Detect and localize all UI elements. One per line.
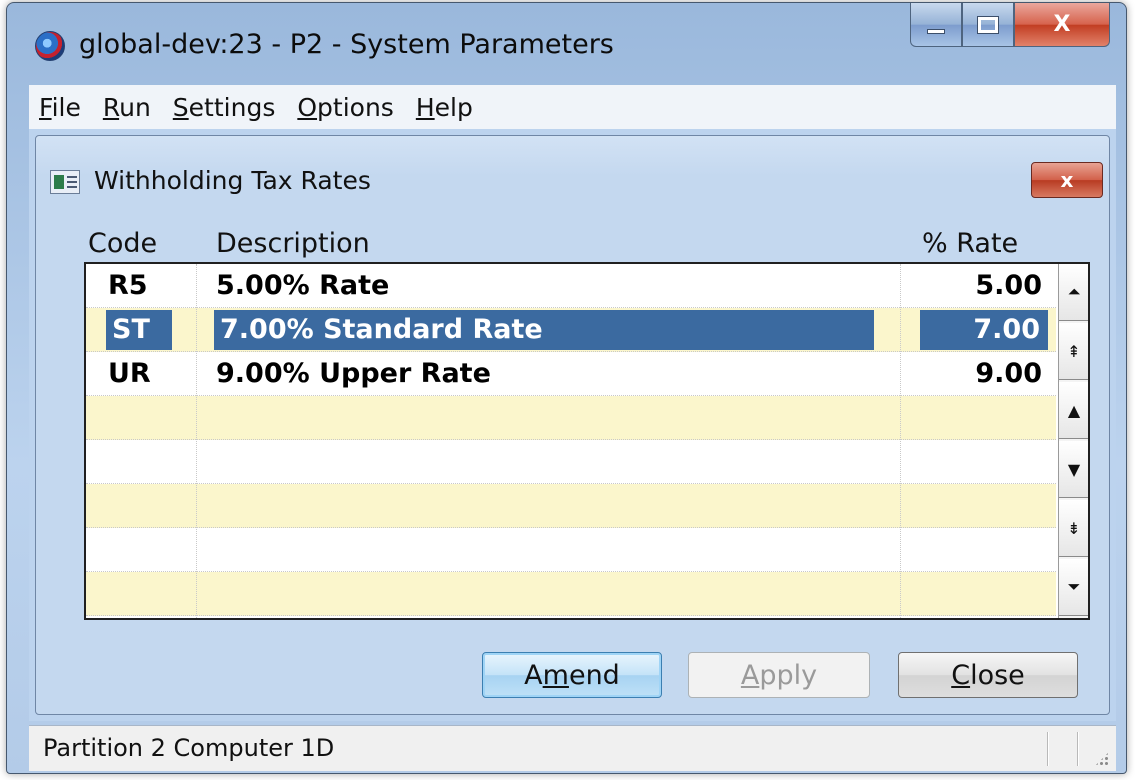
amend-label-mnemonic: m <box>542 659 569 691</box>
close-label-mnemonic: C <box>951 659 971 691</box>
scroll-up-icon: ▲ <box>1067 400 1081 420</box>
app-globe-icon[interactable] <box>35 31 65 61</box>
table-row[interactable]: UR 9.00% Upper Rate 9.00 <box>86 352 1056 396</box>
cell-description: 9.00% Upper Rate <box>216 358 491 389</box>
cell-rate <box>922 396 1050 440</box>
scroll-down-button[interactable]: ▼ <box>1059 441 1088 498</box>
cell-code: ST <box>106 310 172 350</box>
cell-code <box>108 396 192 440</box>
menu-options[interactable]: Options <box>297 93 393 122</box>
cell-code <box>108 528 192 572</box>
scroll-down-icon: ▼ <box>1067 459 1081 479</box>
menu-bar: File Run Settings Options Help <box>29 85 1116 129</box>
cell-code <box>108 484 192 528</box>
maximize-icon <box>977 15 999 34</box>
column-header-description[interactable]: Description <box>216 228 370 259</box>
menu-help[interactable]: Help <box>416 93 473 122</box>
cell-rate <box>922 528 1050 572</box>
cell-description <box>216 572 876 616</box>
close-label-post: lose <box>970 659 1025 691</box>
scroll-page-up-icon: ⇞ <box>1067 341 1081 361</box>
status-text: Partition 2 Computer 1D <box>43 734 335 762</box>
cell-rate <box>922 484 1050 528</box>
menu-settings[interactable]: Settings <box>173 93 276 122</box>
scroll-page-down-button[interactable]: ⇟ <box>1059 500 1088 557</box>
amend-button[interactable]: Am end <box>482 652 662 698</box>
tax-rate-grid: R5 5.00% Rate 5.00 ST 7.00% Standard Rate 7.0… <box>84 262 1090 620</box>
table-row[interactable] <box>86 484 1056 528</box>
apply-label-post: pply <box>759 659 818 691</box>
cell-rate: 5.00 <box>975 270 1042 301</box>
scroll-bottom-icon: ⏷ <box>1067 577 1081 596</box>
cell-description <box>216 528 876 572</box>
cell-description: 5.00% Rate <box>216 270 390 301</box>
scroll-top-button[interactable]: ⏶ <box>1059 264 1088 321</box>
scroll-bottom-button[interactable]: ⏷ <box>1059 559 1088 616</box>
minimize-icon <box>927 29 945 34</box>
cell-description <box>216 396 876 440</box>
scroll-top-icon: ⏶ <box>1067 282 1081 301</box>
scroll-page-down-icon: ⇟ <box>1067 518 1081 538</box>
status-separator <box>1077 732 1078 766</box>
table-row[interactable] <box>86 528 1056 572</box>
cell-code <box>108 440 192 484</box>
cell-description <box>216 484 876 528</box>
table-row[interactable] <box>86 572 1056 616</box>
table-row[interactable] <box>86 440 1056 484</box>
close-button[interactable]: Close <box>898 652 1078 698</box>
cell-rate <box>922 440 1050 484</box>
close-icon: x <box>1060 168 1074 192</box>
status-bar: Partition 2 Computer 1D <box>29 725 1116 771</box>
maximize-button[interactable] <box>962 3 1014 47</box>
table-window-icon <box>50 170 80 194</box>
cell-rate <box>922 572 1050 616</box>
withholding-tax-dialog: Withholding Tax Rates x Code Description… <box>35 135 1110 715</box>
amend-label-post: end <box>568 659 620 691</box>
resize-grip-icon[interactable] <box>1094 751 1110 767</box>
cell-description: 7.00% Standard Rate <box>214 310 874 350</box>
caption-buttons: X <box>910 3 1110 47</box>
table-row[interactable] <box>86 396 1056 440</box>
apply-button[interactable]: Apply <box>688 652 870 698</box>
close-window-button[interactable]: X <box>1014 3 1110 47</box>
grid-scroller: ⏶ ⇞ ▲ ▼ ⇟ ⏷ <box>1058 264 1088 618</box>
scroll-up-button[interactable]: ▲ <box>1059 382 1088 439</box>
window-title: global-dev:23 - P2 - System Parameters <box>79 29 614 60</box>
amend-label-pre: A <box>524 659 543 691</box>
dialog-title: Withholding Tax Rates <box>94 166 371 195</box>
column-header-rate[interactable]: % Rate <box>922 228 1018 259</box>
cell-rate: 9.00 <box>975 358 1042 389</box>
cell-code: R5 <box>108 270 148 301</box>
client-area: Withholding Tax Rates x Code Description… <box>29 129 1116 721</box>
status-separator <box>1047 732 1048 766</box>
apply-label-mnemonic: A <box>740 659 760 691</box>
title-bar[interactable]: global-dev:23 - P2 - System Parameters X <box>7 3 1126 85</box>
menu-run[interactable]: Run <box>103 93 151 122</box>
column-divider <box>196 264 197 618</box>
menu-file[interactable]: File <box>39 93 81 122</box>
table-row[interactable]: R5 5.00% Rate 5.00 <box>86 264 1056 308</box>
cell-code <box>108 572 192 616</box>
app-window: global-dev:23 - P2 - System Parameters X… <box>6 2 1127 774</box>
cell-description <box>216 440 876 484</box>
table-row[interactable]: ST 7.00% Standard Rate 7.00 <box>86 308 1056 352</box>
cell-rate: 7.00 <box>920 310 1048 350</box>
cell-code: UR <box>108 358 151 389</box>
dialog-close-button[interactable]: x <box>1031 162 1103 198</box>
minimize-button[interactable] <box>910 3 962 47</box>
close-icon: X <box>1053 12 1071 37</box>
scroll-page-up-button[interactable]: ⇞ <box>1059 323 1088 380</box>
column-divider <box>900 264 901 618</box>
column-header-code[interactable]: Code <box>88 228 157 259</box>
